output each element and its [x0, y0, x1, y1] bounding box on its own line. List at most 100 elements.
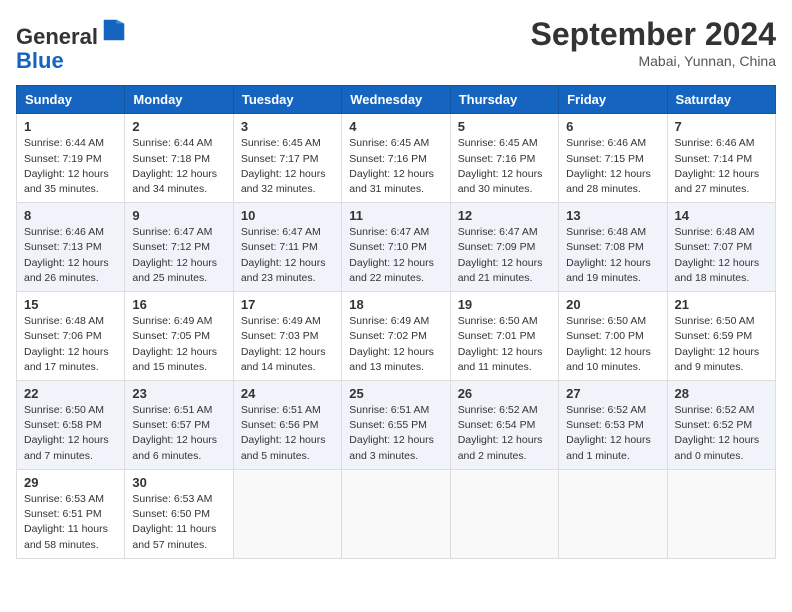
calendar-cell: 26Sunrise: 6:52 AMSunset: 6:54 PMDayligh…	[450, 381, 558, 470]
col-header-wednesday: Wednesday	[342, 86, 450, 114]
calendar-cell	[559, 469, 667, 558]
logo: General Blue	[16, 16, 128, 73]
calendar-cell: 3 Sunrise: 6:45 AMSunset: 7:17 PMDaylight…	[233, 114, 341, 203]
calendar-week-4: 22 Sunrise: 6:50 AMSunset: 6:58 PMDayligh…	[17, 381, 776, 470]
day-number: 10	[241, 208, 334, 223]
day-info: Sunrise: 6:48 AMSunset: 7:08 PMDaylight:…	[566, 225, 659, 286]
col-header-saturday: Saturday	[667, 86, 775, 114]
day-info: Sunrise: 6:47 AMSunset: 7:10 PMDaylight:…	[349, 225, 442, 286]
calendar-cell	[342, 469, 450, 558]
day-info: Sunrise: 6:50 AMSunset: 6:59 PMDaylight:…	[675, 314, 768, 375]
calendar-week-2: 8Sunrise: 6:46 AMSunset: 7:13 PMDaylight…	[17, 203, 776, 292]
col-header-friday: Friday	[559, 86, 667, 114]
calendar-header-row: SundayMondayTuesdayWednesdayThursdayFrid…	[17, 86, 776, 114]
calendar-cell: 29 Sunrise: 6:53 AMSunset: 6:51 PMDayligh…	[17, 469, 125, 558]
calendar-cell: 25 Sunrise: 6:51 AMSunset: 6:55 PMDayligh…	[342, 381, 450, 470]
calendar-cell: 7Sunrise: 6:46 AMSunset: 7:14 PMDaylight…	[667, 114, 775, 203]
calendar-cell: 1 Sunrise: 6:44 AMSunset: 7:19 PMDaylight…	[17, 114, 125, 203]
calendar-cell: 24 Sunrise: 6:51 AMSunset: 6:56 PMDayligh…	[233, 381, 341, 470]
calendar-cell: 14Sunrise: 6:48 AMSunset: 7:07 PMDayligh…	[667, 203, 775, 292]
day-number: 15	[24, 297, 117, 312]
calendar-cell: 21 Sunrise: 6:50 AMSunset: 6:59 PMDayligh…	[667, 292, 775, 381]
day-number: 23	[132, 386, 225, 401]
calendar-cell: 15Sunrise: 6:48 AMSunset: 7:06 PMDayligh…	[17, 292, 125, 381]
col-header-monday: Monday	[125, 86, 233, 114]
day-info: Sunrise: 6:46 AMSunset: 7:15 PMDaylight:…	[566, 136, 659, 197]
day-number: 14	[675, 208, 768, 223]
calendar-cell: 30 Sunrise: 6:53 AMSunset: 6:50 PMDayligh…	[125, 469, 233, 558]
calendar-cell: 17 Sunrise: 6:49 AMSunset: 7:03 PMDayligh…	[233, 292, 341, 381]
day-number: 13	[566, 208, 659, 223]
col-header-thursday: Thursday	[450, 86, 558, 114]
calendar-cell: 22 Sunrise: 6:50 AMSunset: 6:58 PMDayligh…	[17, 381, 125, 470]
day-number: 27	[566, 386, 659, 401]
day-info: Sunrise: 6:49 AMSunset: 7:03 PMDaylight:…	[241, 314, 334, 375]
day-number: 28	[675, 386, 768, 401]
col-header-sunday: Sunday	[17, 86, 125, 114]
day-number: 24	[241, 386, 334, 401]
day-number: 4	[349, 119, 442, 134]
day-info: Sunrise: 6:53 AMSunset: 6:51 PMDaylight:…	[24, 492, 117, 553]
calendar-week-3: 15Sunrise: 6:48 AMSunset: 7:06 PMDayligh…	[17, 292, 776, 381]
day-number: 2	[132, 119, 225, 134]
day-number: 5	[458, 119, 551, 134]
day-info: Sunrise: 6:44 AMSunset: 7:18 PMDaylight:…	[132, 136, 225, 197]
day-info: Sunrise: 6:44 AMSunset: 7:19 PMDaylight:…	[24, 136, 117, 197]
day-info: Sunrise: 6:47 AMSunset: 7:11 PMDaylight:…	[241, 225, 334, 286]
day-info: Sunrise: 6:52 AMSunset: 6:52 PMDaylight:…	[675, 403, 768, 464]
day-info: Sunrise: 6:51 AMSunset: 6:55 PMDaylight:…	[349, 403, 442, 464]
calendar-cell: 6Sunrise: 6:46 AMSunset: 7:15 PMDaylight…	[559, 114, 667, 203]
calendar-cell: 12 Sunrise: 6:47 AMSunset: 7:09 PMDayligh…	[450, 203, 558, 292]
day-info: Sunrise: 6:53 AMSunset: 6:50 PMDaylight:…	[132, 492, 225, 553]
calendar-cell	[233, 469, 341, 558]
day-number: 21	[675, 297, 768, 312]
day-info: Sunrise: 6:46 AMSunset: 7:13 PMDaylight:…	[24, 225, 117, 286]
day-info: Sunrise: 6:45 AMSunset: 7:16 PMDaylight:…	[458, 136, 551, 197]
day-info: Sunrise: 6:51 AMSunset: 6:56 PMDaylight:…	[241, 403, 334, 464]
logo-icon	[100, 16, 128, 44]
day-number: 18	[349, 297, 442, 312]
logo-general: General	[16, 24, 98, 49]
calendar-cell: 2 Sunrise: 6:44 AMSunset: 7:18 PMDaylight…	[125, 114, 233, 203]
calendar-cell: 9Sunrise: 6:47 AMSunset: 7:12 PMDaylight…	[125, 203, 233, 292]
calendar-cell: 28 Sunrise: 6:52 AMSunset: 6:52 PMDayligh…	[667, 381, 775, 470]
day-number: 22	[24, 386, 117, 401]
calendar-cell: 27 Sunrise: 6:52 AMSunset: 6:53 PMDayligh…	[559, 381, 667, 470]
calendar-cell	[667, 469, 775, 558]
day-info: Sunrise: 6:47 AMSunset: 7:09 PMDaylight:…	[458, 225, 551, 286]
day-info: Sunrise: 6:45 AMSunset: 7:17 PMDaylight:…	[241, 136, 334, 197]
day-info: Sunrise: 6:52 AMSunset: 6:53 PMDaylight:…	[566, 403, 659, 464]
day-number: 30	[132, 475, 225, 490]
day-number: 12	[458, 208, 551, 223]
calendar-cell: 18 Sunrise: 6:49 AMSunset: 7:02 PMDayligh…	[342, 292, 450, 381]
day-number: 25	[349, 386, 442, 401]
day-info: Sunrise: 6:46 AMSunset: 7:14 PMDaylight:…	[675, 136, 768, 197]
calendar-week-1: 1 Sunrise: 6:44 AMSunset: 7:19 PMDaylight…	[17, 114, 776, 203]
day-info: Sunrise: 6:47 AMSunset: 7:12 PMDaylight:…	[132, 225, 225, 286]
calendar-cell: 16 Sunrise: 6:49 AMSunset: 7:05 PMDayligh…	[125, 292, 233, 381]
logo-blue: Blue	[16, 48, 64, 73]
title-area: September 2024 Mabai, Yunnan, China	[531, 16, 776, 69]
calendar-cell	[450, 469, 558, 558]
calendar-table: SundayMondayTuesdayWednesdayThursdayFrid…	[16, 85, 776, 558]
day-number: 16	[132, 297, 225, 312]
day-number: 19	[458, 297, 551, 312]
day-number: 26	[458, 386, 551, 401]
calendar-cell: 11 Sunrise: 6:47 AMSunset: 7:10 PMDayligh…	[342, 203, 450, 292]
day-number: 20	[566, 297, 659, 312]
calendar-cell: 13 Sunrise: 6:48 AMSunset: 7:08 PMDayligh…	[559, 203, 667, 292]
day-info: Sunrise: 6:49 AMSunset: 7:05 PMDaylight:…	[132, 314, 225, 375]
day-info: Sunrise: 6:51 AMSunset: 6:57 PMDaylight:…	[132, 403, 225, 464]
day-number: 11	[349, 208, 442, 223]
day-number: 3	[241, 119, 334, 134]
col-header-tuesday: Tuesday	[233, 86, 341, 114]
day-info: Sunrise: 6:50 AMSunset: 7:01 PMDaylight:…	[458, 314, 551, 375]
day-info: Sunrise: 6:50 AMSunset: 6:58 PMDaylight:…	[24, 403, 117, 464]
calendar-cell: 8Sunrise: 6:46 AMSunset: 7:13 PMDaylight…	[17, 203, 125, 292]
day-number: 29	[24, 475, 117, 490]
day-number: 1	[24, 119, 117, 134]
day-number: 17	[241, 297, 334, 312]
calendar-cell: 19 Sunrise: 6:50 AMSunset: 7:01 PMDayligh…	[450, 292, 558, 381]
day-info: Sunrise: 6:49 AMSunset: 7:02 PMDaylight:…	[349, 314, 442, 375]
calendar-cell: 5 Sunrise: 6:45 AMSunset: 7:16 PMDaylight…	[450, 114, 558, 203]
